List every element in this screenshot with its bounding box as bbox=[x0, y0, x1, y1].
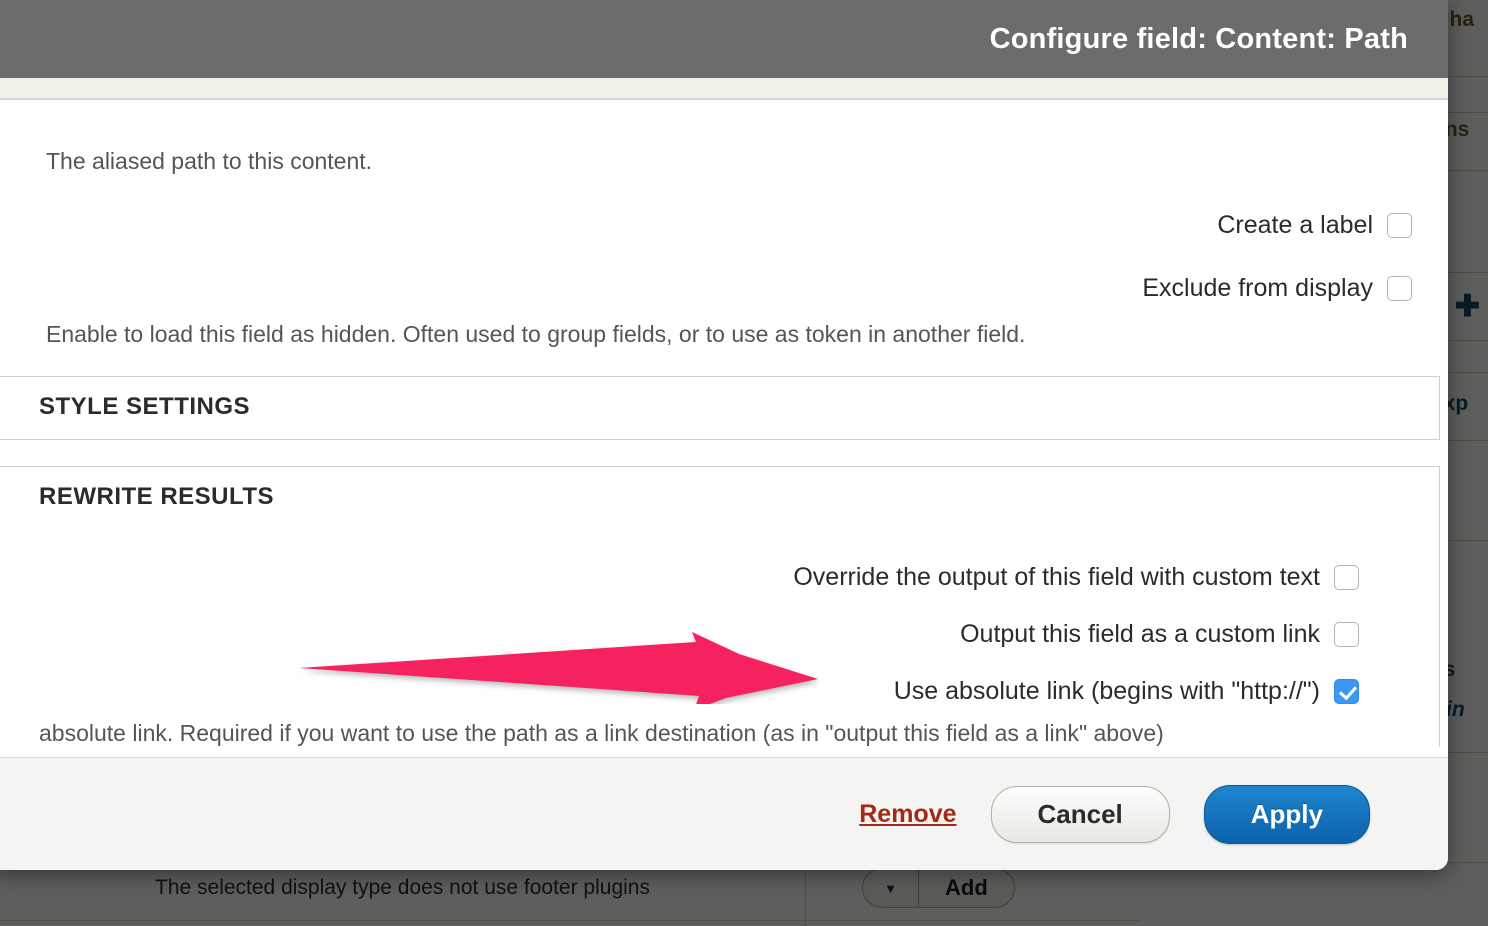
dialog-footer: Remove Cancel Apply bbox=[0, 757, 1448, 870]
dialog-subbar bbox=[0, 78, 1448, 100]
absolute-link-text: Use absolute link (begins with "http://"… bbox=[893, 677, 1320, 705]
create-label-row[interactable]: Create a label bbox=[0, 211, 1448, 240]
dialog-body: .The aliased path to this content Create… bbox=[0, 100, 1448, 757]
absolute-link-row[interactable]: Use absolute link (begins with "http://"… bbox=[39, 677, 1395, 706]
remove-button[interactable]: Remove bbox=[859, 800, 956, 829]
style-settings-section[interactable]: STYLE SETTINGS bbox=[0, 376, 1440, 440]
cancel-button[interactable]: Cancel bbox=[990, 785, 1170, 843]
dialog-header: Configure field: Content: Path bbox=[0, 0, 1448, 78]
override-output-row[interactable]: Override the output of this field with c… bbox=[39, 563, 1395, 592]
exclude-hidden-help: .Enable to load this field as hidden. Of… bbox=[46, 321, 1026, 347]
override-output-checkbox[interactable] bbox=[1334, 565, 1359, 590]
apply-button[interactable]: Apply bbox=[1203, 784, 1370, 844]
rewrite-results-title: REWRITE RESULTS bbox=[39, 483, 275, 510]
dialog-title: Configure field: Content: Path bbox=[989, 22, 1408, 55]
create-label-checkbox[interactable] bbox=[1387, 213, 1412, 238]
absolute-link-help: absolute link. Required if you want to u… bbox=[39, 720, 1164, 746]
exclude-from-display-text: Exclude from display bbox=[1142, 274, 1373, 302]
custom-link-text: Output this field as a custom link bbox=[960, 620, 1320, 648]
style-settings-title: STYLE SETTINGS bbox=[39, 393, 251, 420]
custom-link-checkbox[interactable] bbox=[1334, 622, 1359, 647]
configure-field-dialog: Configure field: Content: Path .The alia… bbox=[0, 0, 1448, 870]
custom-link-row[interactable]: Output this field as a custom link bbox=[39, 620, 1395, 649]
create-label-text: Create a label bbox=[1217, 211, 1373, 239]
exclude-from-display-checkbox[interactable] bbox=[1387, 276, 1412, 301]
absolute-link-checkbox[interactable] bbox=[1334, 679, 1359, 704]
rewrite-results-section: REWRITE RESULTS Override the output of t… bbox=[0, 466, 1440, 747]
override-output-text: Override the output of this field with c… bbox=[793, 563, 1320, 591]
aliased-path-help: .The aliased path to this content bbox=[46, 148, 373, 174]
exclude-from-display-row[interactable]: Exclude from display bbox=[0, 274, 1448, 303]
